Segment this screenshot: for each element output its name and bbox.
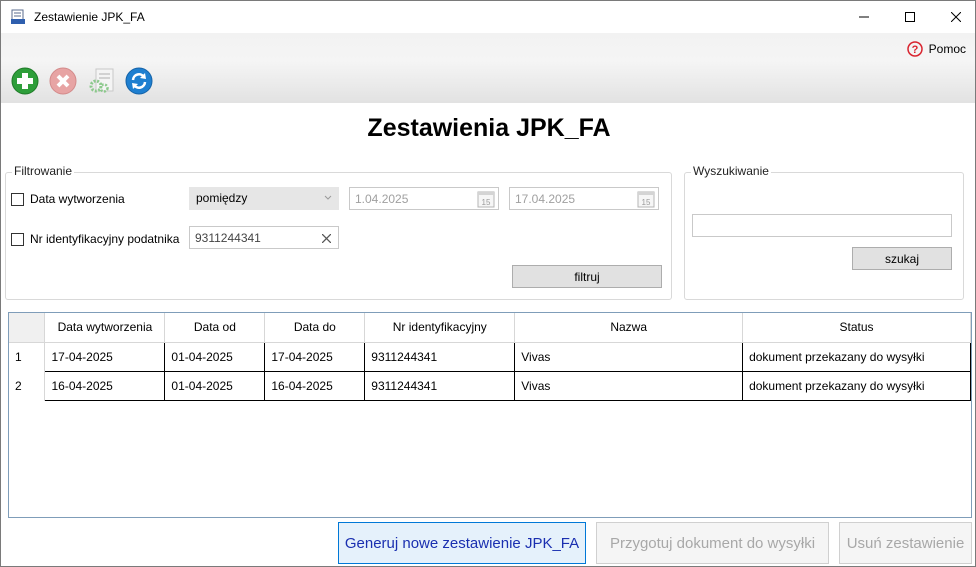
close-icon <box>951 12 961 22</box>
date-to-value: 17.04.2025 <box>515 192 576 206</box>
table-row[interactable]: 2 16-04-2025 01-04-2025 16-04-2025 93112… <box>9 370 971 401</box>
nip-checkbox-label: Nr identyfikacyjny podatnika <box>30 232 180 246</box>
calendar-icon[interactable]: 15 <box>637 190 655 208</box>
cell-nip[interactable]: 9311244341 <box>364 341 516 372</box>
documents-table: Data wytworzenia Data od Data do Nr iden… <box>9 313 971 401</box>
minimize-button[interactable] <box>841 1 887 33</box>
search-group: Wyszukiwanie szukaj <box>684 164 964 300</box>
filter-group-label: Filtrowanie <box>12 164 75 178</box>
date-mode-value: pomiędzy <box>196 191 248 205</box>
column-header-date-to[interactable]: Data do <box>264 313 366 343</box>
main-window: Zestawienie JPK_FA ? Pomoc Zestawienia J… <box>0 0 976 567</box>
add-button[interactable] <box>10 66 40 96</box>
svg-text:15: 15 <box>642 198 651 207</box>
app-icon <box>11 9 25 24</box>
cell-status[interactable]: dokument przekazany do wysyłki <box>742 341 971 372</box>
row-header-corner <box>9 313 46 343</box>
close-button[interactable] <box>933 1 975 33</box>
title-bar[interactable]: Zestawienie JPK_FA <box>1 1 975 33</box>
date-checkbox-label: Data wytworzenia <box>30 192 125 206</box>
column-header-created[interactable]: Data wytworzenia <box>44 313 166 343</box>
plus-circle-icon <box>11 67 39 95</box>
table-header-row: Data wytworzenia Data od Data do Nr iden… <box>9 313 971 343</box>
maximize-button[interactable] <box>887 1 933 33</box>
svg-text:?: ? <box>911 44 918 56</box>
x-circle-icon <box>49 67 77 95</box>
column-header-date-from[interactable]: Data od <box>164 313 266 343</box>
clear-icon[interactable] <box>322 234 331 243</box>
chevron-down-icon <box>324 195 332 200</box>
documents-grid[interactable]: Data wytworzenia Data od Data do Nr iden… <box>8 312 972 518</box>
refresh-icon <box>125 67 153 95</box>
settings-button[interactable] <box>86 66 116 96</box>
search-group-label: Wyszukiwanie <box>691 164 771 178</box>
help-label: Pomoc <box>928 42 966 56</box>
window-title: Zestawienie JPK_FA <box>34 10 145 24</box>
help-link[interactable]: ? Pomoc <box>906 41 966 57</box>
column-header-name[interactable]: Nazwa <box>514 313 744 343</box>
generate-button[interactable]: Generuj nowe zestawienie JPK_FA <box>338 522 586 564</box>
cell-name[interactable]: Vivas <box>514 370 744 401</box>
nip-filter-checkbox[interactable]: Nr identyfikacyjny podatnika <box>11 232 179 246</box>
date-mode-select[interactable]: pomiędzy <box>189 187 339 210</box>
date-to-picker[interactable]: 17.04.2025 15 <box>509 187 659 210</box>
remove-button[interactable]: Usuń zestawienie <box>839 522 972 564</box>
date-filter-checkbox[interactable]: Data wytworzenia <box>11 192 125 206</box>
column-header-nip[interactable]: Nr identyfikacyjny <box>364 313 516 343</box>
table-row[interactable]: 1 17-04-2025 01-04-2025 17-04-2025 93112… <box>9 341 971 372</box>
maximize-icon <box>905 12 915 22</box>
nip-input[interactable]: 9311244341 <box>189 226 339 249</box>
row-number: 2 <box>9 371 46 400</box>
delete-button[interactable] <box>48 66 78 96</box>
filter-group: Filtrowanie Data wytworzenia pomiędzy 1.… <box>5 164 672 300</box>
prepare-button[interactable]: Przygotuj dokument do wysyłki <box>596 522 829 564</box>
cell-date-from[interactable]: 01-04-2025 <box>164 370 266 401</box>
row-number: 1 <box>9 342 46 371</box>
cell-status[interactable]: dokument przekazany do wysyłki <box>742 370 971 401</box>
cell-date-from[interactable]: 01-04-2025 <box>164 341 266 372</box>
calendar-icon[interactable]: 15 <box>477 190 495 208</box>
search-button[interactable]: szukaj <box>852 247 952 270</box>
toolbar: ? Pomoc <box>1 33 975 103</box>
nip-value: 9311244341 <box>195 231 261 245</box>
search-input[interactable] <box>692 214 952 237</box>
nip-checkbox-box[interactable] <box>11 232 24 246</box>
cell-date-to[interactable]: 16-04-2025 <box>264 370 366 401</box>
minimize-icon <box>859 16 869 18</box>
date-checkbox-box[interactable] <box>11 192 24 206</box>
page-title: Zestawienia JPK_FA <box>367 114 611 142</box>
help-icon: ? <box>906 41 923 57</box>
cell-created[interactable]: 16-04-2025 <box>44 370 166 401</box>
cell-created[interactable]: 17-04-2025 <box>44 341 166 372</box>
cell-nip[interactable]: 9311244341 <box>364 370 516 401</box>
gears-icon <box>89 68 114 93</box>
svg-text:15: 15 <box>482 198 491 207</box>
date-from-value: 1.04.2025 <box>355 192 409 206</box>
refresh-button[interactable] <box>124 66 154 96</box>
column-header-status[interactable]: Status <box>742 313 971 343</box>
filter-button[interactable]: filtruj <box>512 265 662 288</box>
date-from-picker[interactable]: 1.04.2025 15 <box>349 187 499 210</box>
cell-name[interactable]: Vivas <box>514 341 744 372</box>
cell-date-to[interactable]: 17-04-2025 <box>264 341 366 372</box>
